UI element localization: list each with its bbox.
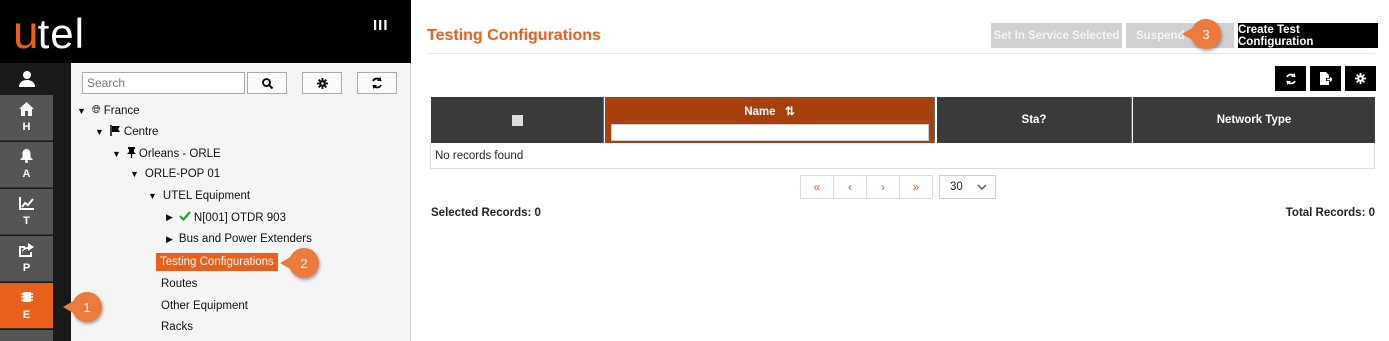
rail-item-more[interactable]: [0, 330, 53, 341]
tree-node-france[interactable]: ▼ 🌐︎ France: [77, 104, 140, 117]
empty-message: No records found: [430, 143, 1375, 169]
caret-down-icon[interactable]: ▼: [112, 149, 121, 159]
name-filter-input[interactable]: [610, 124, 929, 141]
first-page-button[interactable]: «: [800, 175, 834, 199]
tree-node-testing-configurations[interactable]: Testing Configurations: [156, 253, 278, 271]
grid-refresh-button[interactable]: [1275, 66, 1306, 91]
rail-item-home[interactable]: H: [0, 95, 53, 141]
tree-search-button[interactable]: [247, 72, 287, 94]
tree-node-racks[interactable]: Racks: [161, 321, 193, 333]
share-icon: [19, 243, 34, 260]
rail-item-equipment[interactable]: E: [0, 283, 53, 329]
refresh-icon: [1285, 72, 1296, 85]
last-page-button[interactable]: »: [899, 175, 933, 199]
rail-item-alarms[interactable]: A: [0, 142, 53, 188]
tree-node-utel-equipment[interactable]: ▼ UTEL Equipment: [148, 190, 250, 202]
gear-icon: [316, 77, 328, 89]
globe-icon: 🌐︎: [91, 104, 101, 116]
callout-2: 2: [280, 248, 319, 278]
chevron-down-icon: [977, 184, 987, 190]
tree-node-orle-pop[interactable]: ▼ ORLE-POP 01: [130, 168, 220, 180]
title-divider: [427, 53, 1375, 54]
app-root: u tel III H A T P E Search ▼ 🌐︎ France ▼…: [0, 0, 1389, 341]
grid-settings-button[interactable]: [1345, 66, 1376, 91]
page-title: Testing Configurations: [427, 27, 601, 44]
caret-down-icon[interactable]: ▼: [130, 169, 139, 179]
tree-node-bus-power[interactable]: ▶ Bus and Power Extenders: [166, 233, 312, 245]
export-button[interactable]: [1310, 66, 1341, 91]
export-icon: [1320, 72, 1332, 85]
callout-1: 1: [63, 292, 102, 322]
flag-icon: [110, 125, 121, 139]
tree-panel: ▼ 🌐︎ France ▼ Centre ▼ Orleans - ORLE ▼ …: [71, 63, 411, 341]
column-status[interactable]: Sta?: [937, 97, 1132, 143]
tree-settings-button[interactable]: [302, 72, 342, 94]
caret-right-icon[interactable]: ▶: [166, 212, 173, 223]
caret-down-icon[interactable]: ▼: [148, 191, 157, 201]
prev-page-button[interactable]: ‹: [833, 175, 867, 199]
select-all-column[interactable]: [431, 97, 604, 143]
tree-node-otdr[interactable]: ▶ N[001] OTDR 903: [166, 211, 286, 224]
selected-records: Selected Records: 0: [431, 207, 541, 219]
top-bar: u tel III: [0, 0, 411, 63]
rail-item-trends[interactable]: T: [0, 189, 53, 235]
column-network-type[interactable]: Network Type: [1133, 97, 1375, 143]
chart-icon: [19, 196, 34, 213]
sort-icon[interactable]: ⇅: [785, 106, 795, 118]
next-page-button[interactable]: ›: [866, 175, 900, 199]
check-icon: [179, 211, 191, 224]
tree-search-input[interactable]: [82, 72, 245, 94]
tree-node-centre[interactable]: ▼ Centre: [95, 125, 158, 139]
bell-icon: [20, 149, 33, 166]
caret-down-icon[interactable]: ▼: [77, 106, 86, 116]
utel-logo: u tel: [13, 6, 85, 58]
gear-icon: [1355, 73, 1366, 84]
select-all-checkbox[interactable]: [511, 114, 523, 126]
pin-icon: [126, 147, 136, 161]
home-icon: [19, 102, 34, 119]
page-size-select[interactable]: 30: [939, 175, 996, 199]
set-in-service-button[interactable]: Set In Service Selected: [991, 23, 1122, 48]
caret-right-icon[interactable]: ▶: [166, 234, 173, 245]
chip-icon: [20, 290, 34, 307]
rail-item-publish[interactable]: P: [0, 236, 53, 282]
create-test-configuration-button[interactable]: Create Test Configuration: [1238, 23, 1378, 48]
tree-node-orleans[interactable]: ▼ Orleans - ORLE: [112, 147, 221, 161]
nav-rail: H A T P E: [0, 63, 71, 341]
column-name[interactable]: Name ⇅: [605, 97, 935, 143]
callout-3: 3: [1182, 19, 1221, 49]
user-icon[interactable]: [0, 63, 53, 95]
total-records: Total Records: 0: [1285, 207, 1375, 219]
tree-node-other-equipment[interactable]: Other Equipment: [161, 300, 248, 312]
search-icon: [261, 77, 273, 89]
tree-refresh-button[interactable]: [357, 72, 397, 94]
caret-down-icon[interactable]: ▼: [95, 127, 104, 137]
menu-toggle-button[interactable]: III: [373, 17, 389, 34]
refresh-icon: [372, 77, 382, 89]
tree-node-routes[interactable]: Routes: [161, 278, 197, 290]
